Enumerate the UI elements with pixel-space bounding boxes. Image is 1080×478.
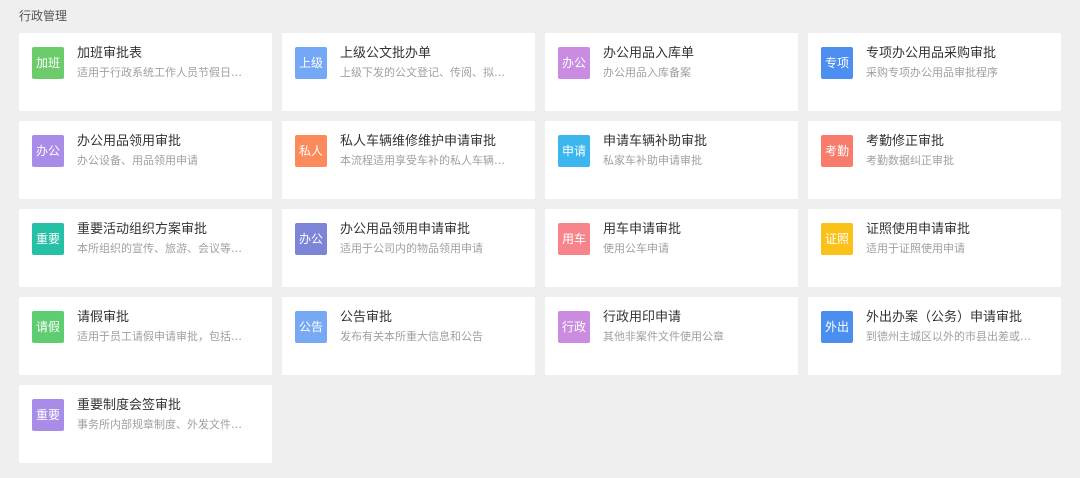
section-title: 行政管理 xyxy=(19,9,68,23)
card-description: 其他非案件文件使用公章 xyxy=(603,330,724,343)
card-description: 本所组织的宣传、旅游、会议等… xyxy=(77,242,242,255)
card-title: 证照使用申请审批 xyxy=(866,222,971,237)
approval-card[interactable]: 加班 加班审批表适用于行政系统工作人员节假日… xyxy=(19,33,272,111)
approval-card[interactable]: 专项 专项办公用品采购审批 采购专项办公用品审批程序 xyxy=(808,33,1061,111)
card-description: 私家车补助申请审批 xyxy=(603,154,702,167)
card-title: 办公用品领用申请审批 xyxy=(340,222,471,237)
form-type-icon: 证照 xyxy=(821,223,853,255)
card-description: 适用于行政系统工作人员节假日… xyxy=(77,66,242,79)
card-description: 办公用品入库备案 xyxy=(603,66,691,79)
form-type-icon: 申请 xyxy=(558,135,590,167)
form-type-icon: 重要 xyxy=(32,223,64,255)
card-title: 行政用印申请 xyxy=(603,310,682,325)
card-title: 考勤修正审批 xyxy=(866,134,945,149)
card-title: 重要制度会签审批 xyxy=(77,398,182,413)
card-description: 发布有关本所重大信息和公告 xyxy=(340,330,483,343)
form-type-icon: 上级 xyxy=(295,47,327,79)
approval-card[interactable]: 用车 用车申请审批 使用公车申请 xyxy=(545,209,798,287)
approval-card[interactable]: 私人 私人车辆维修维护申请审批 本流程适用享受车补的私人车辆… xyxy=(282,121,535,199)
card-title: 办公用品领用审批 xyxy=(77,134,182,149)
card-title: 外出办案（公务）申请审批 xyxy=(866,310,1023,325)
card-title: 重要活动组织方案审批 xyxy=(77,222,208,237)
card-title: 申请车辆补助审批 xyxy=(603,134,708,149)
form-type-icon: 请假 xyxy=(32,311,64,343)
card-description: 到德州主城区以外的市县出差或… xyxy=(866,330,1031,343)
form-type-icon: 私人 xyxy=(295,135,327,167)
form-type-icon: 公告 xyxy=(295,311,327,343)
card-description: 本流程适用享受车补的私人车辆… xyxy=(340,154,505,167)
card-title: 办公用品入库单 xyxy=(603,46,695,61)
card-description: 适用于证照使用申请 xyxy=(866,242,965,255)
form-type-icon: 行政 xyxy=(558,311,590,343)
card-title: 请假审批 xyxy=(77,310,130,325)
card-title: 加班审批表 xyxy=(77,46,143,61)
card-description: 上级下发的公文登记、传阅、拟… xyxy=(340,66,505,79)
approval-card[interactable]: 办公 办公用品领用审批办公设备、用品领用申请 xyxy=(19,121,272,199)
approval-card[interactable]: 外出 外出办案（公务）申请审批 到德州主城区以外的市县出差或… xyxy=(808,297,1061,375)
card-description: 考勤数据纠正审批 xyxy=(866,154,954,167)
card-description: 适用于公司内的物品领用申请 xyxy=(340,242,483,255)
card-title: 私人车辆维修维护申请审批 xyxy=(340,134,497,149)
approval-card[interactable]: 请假 请假审批适用于员工请假申请审批，包括… xyxy=(19,297,272,375)
form-type-icon: 专项 xyxy=(821,47,853,79)
approval-card[interactable]: 公告 公告审批发布有关本所重大信息和公告 xyxy=(282,297,535,375)
card-title: 公告审批 xyxy=(340,310,393,325)
form-type-icon: 加班 xyxy=(32,47,64,79)
card-title: 上级公文批办单 xyxy=(340,46,432,61)
approval-card[interactable]: 行政 行政用印申请其他非案件文件使用公章 xyxy=(545,297,798,375)
card-description: 使用公车申请 xyxy=(603,242,669,255)
approval-card[interactable]: 上级 上级公文批办单上级下发的公文登记、传阅、拟… xyxy=(282,33,535,111)
form-type-icon: 外出 xyxy=(821,311,853,343)
approval-card[interactable]: 重要 重要制度会签审批事务所内部规章制度、外发文件… xyxy=(19,385,272,463)
form-type-icon: 办公 xyxy=(558,47,590,79)
approval-card[interactable]: 申请 申请车辆补助审批 私家车补助申请审批 xyxy=(545,121,798,199)
card-description: 适用于员工请假申请审批，包括… xyxy=(77,330,242,343)
card-description: 办公设备、用品领用申请 xyxy=(77,154,198,167)
card-title: 专项办公用品采购审批 xyxy=(866,46,997,61)
approval-card[interactable]: 证照 证照使用申请审批 适用于证照使用申请 xyxy=(808,209,1061,287)
form-type-icon: 考勤 xyxy=(821,135,853,167)
approval-card[interactable]: 办公 办公用品入库单 办公用品入库备案 xyxy=(545,33,798,111)
form-type-icon: 办公 xyxy=(32,135,64,167)
card-title: 用车申请审批 xyxy=(603,222,682,237)
form-type-icon: 用车 xyxy=(558,223,590,255)
card-description: 采购专项办公用品审批程序 xyxy=(866,66,998,79)
approval-card[interactable]: 办公 办公用品领用申请审批 适用于公司内的物品领用申请 xyxy=(282,209,535,287)
approval-card[interactable]: 重要 重要活动组织方案审批本所组织的宣传、旅游、会议等… xyxy=(19,209,272,287)
approval-card[interactable]: 考勤 考勤修正审批 考勤数据纠正审批 xyxy=(808,121,1061,199)
card-description: 事务所内部规章制度、外发文件… xyxy=(77,418,242,431)
form-type-icon: 办公 xyxy=(295,223,327,255)
form-type-icon: 重要 xyxy=(32,399,64,431)
approval-card-grid: 加班 加班审批表 适用于行政系统工作人员节假日… 上级 上级公文批办单 上级下发的公文登记… xyxy=(19,33,1061,463)
approval-page: 行政管理 加班 加班审批表 适用于行政系统工作人员节假日… 上级 上级公文批办单 上级下发… xyxy=(0,0,1080,478)
